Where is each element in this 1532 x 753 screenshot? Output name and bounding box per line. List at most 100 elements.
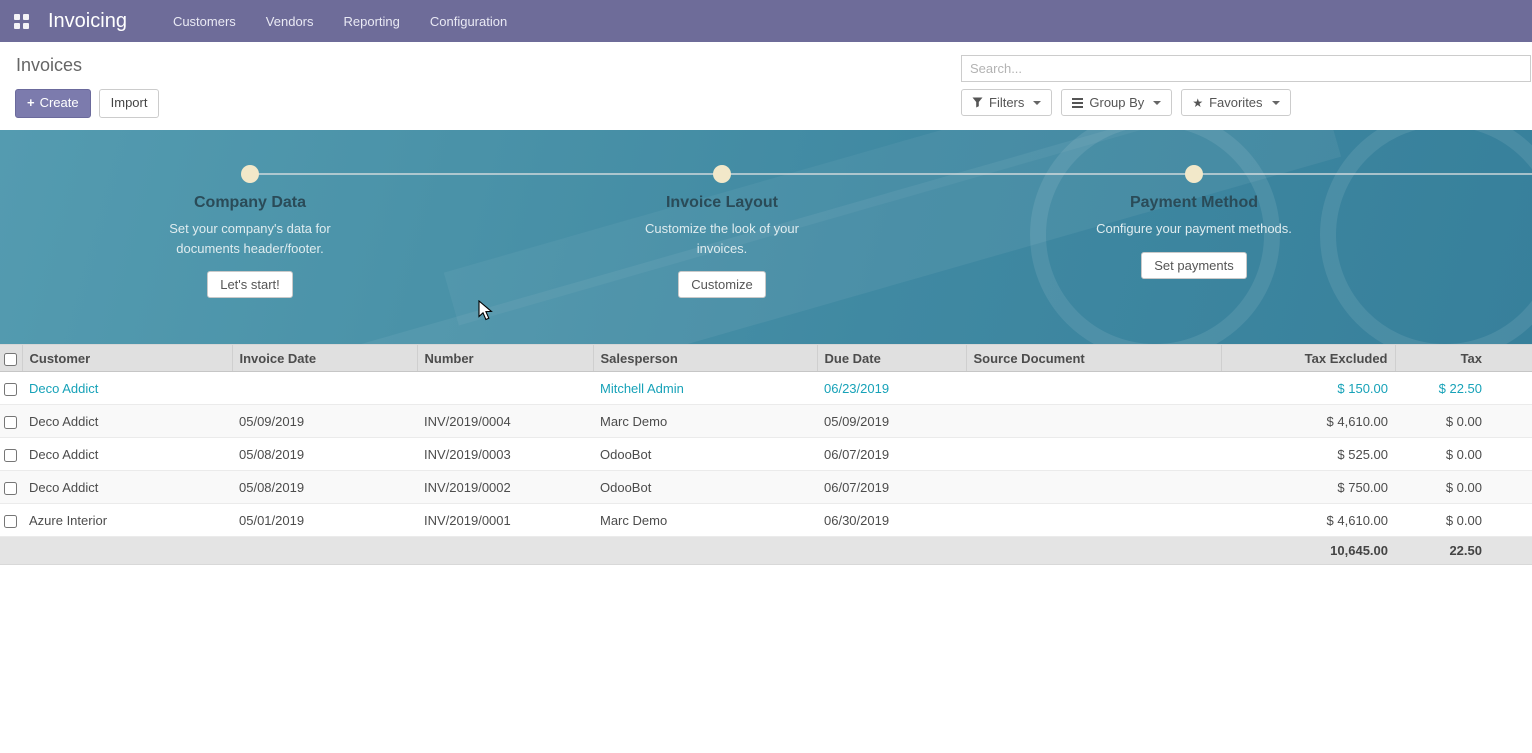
- cell-invoice-date: 05/09/2019: [232, 405, 417, 438]
- cell-tax: $ 22.50: [1395, 372, 1532, 405]
- column-header-source-document[interactable]: Source Document: [966, 345, 1221, 372]
- cell-customer: Deco Addict: [22, 471, 232, 504]
- step-dot: [241, 165, 259, 183]
- cell-source-document: [966, 405, 1221, 438]
- menu-reporting[interactable]: Reporting: [344, 14, 400, 29]
- row-select-cell: [0, 405, 22, 438]
- row-checkbox[interactable]: [4, 449, 17, 462]
- create-button[interactable]: + Create: [15, 89, 91, 118]
- row-select-cell: [0, 372, 22, 405]
- cell-due-date: 06/30/2019: [817, 504, 966, 537]
- cell-number: INV/2019/0004: [417, 405, 593, 438]
- row-checkbox[interactable]: [4, 383, 17, 396]
- column-header-tax-excluded[interactable]: Tax Excluded: [1221, 345, 1395, 372]
- cell-tax-excluded: $ 525.00: [1221, 438, 1395, 471]
- apps-grid-icon[interactable]: [8, 8, 34, 34]
- cell-due-date: 06/07/2019: [817, 438, 966, 471]
- menu-configuration[interactable]: Configuration: [430, 14, 507, 29]
- cell-tax-excluded: $ 750.00: [1221, 471, 1395, 504]
- column-header-customer[interactable]: Customer: [22, 345, 232, 372]
- cell-invoice-date: 05/08/2019: [232, 471, 417, 504]
- step-dot: [1185, 165, 1203, 183]
- cell-invoice-date: 05/01/2019: [232, 504, 417, 537]
- set-payments-button[interactable]: Set payments: [1141, 252, 1247, 279]
- chevron-down-icon: [1153, 101, 1161, 105]
- cell-source-document: [966, 372, 1221, 405]
- grid-square: [14, 23, 20, 29]
- customize-button[interactable]: Customize: [678, 271, 765, 298]
- search-view-controls: Filters Group By ★ Favorites: [961, 89, 1291, 116]
- invoice-list-table: Customer Invoice Date Number Salesperson…: [0, 344, 1532, 565]
- step-dot: [713, 165, 731, 183]
- group-by-label: Group By: [1089, 95, 1144, 110]
- table-row[interactable]: Deco Addict 05/09/2019 INV/2019/0004 Mar…: [0, 405, 1532, 438]
- navbar-menus: Customers Vendors Reporting Configuratio…: [173, 14, 507, 29]
- grid-square: [23, 14, 29, 20]
- row-checkbox[interactable]: [4, 482, 17, 495]
- menu-customers[interactable]: Customers: [173, 14, 236, 29]
- cell-tax: $ 0.00: [1395, 471, 1532, 504]
- table-row[interactable]: Deco Addict 05/08/2019 INV/2019/0003 Odo…: [0, 438, 1532, 471]
- step-title: Company Data: [100, 194, 400, 212]
- column-header-salesperson[interactable]: Salesperson: [593, 345, 817, 372]
- favorites-label: Favorites: [1209, 95, 1262, 110]
- search-input[interactable]: [961, 55, 1531, 82]
- favorites-dropdown[interactable]: ★ Favorites: [1181, 89, 1290, 116]
- totals-spacer: [0, 537, 1221, 565]
- menu-vendors[interactable]: Vendors: [266, 14, 314, 29]
- cell-invoice-date: 05/08/2019: [232, 438, 417, 471]
- create-button-label: Create: [40, 95, 79, 110]
- cell-due-date: 06/07/2019: [817, 471, 966, 504]
- grid-square: [23, 23, 29, 29]
- onboarding-step-payment-method: Payment Method Configure your payment me…: [1044, 194, 1344, 279]
- column-header-due-date[interactable]: Due Date: [817, 345, 966, 372]
- chevron-down-icon: [1272, 101, 1280, 105]
- table-row[interactable]: Deco Addict 05/08/2019 INV/2019/0002 Odo…: [0, 471, 1532, 504]
- lets-start-button[interactable]: Let's start!: [207, 271, 293, 298]
- cell-salesperson: Mitchell Admin: [593, 372, 817, 405]
- cell-number: INV/2019/0001: [417, 504, 593, 537]
- group-by-dropdown[interactable]: Group By: [1061, 89, 1172, 116]
- onboarding-progress-line: [250, 173, 1532, 175]
- cell-customer: Deco Addict: [22, 405, 232, 438]
- row-select-cell: [0, 438, 22, 471]
- cell-tax-excluded: $ 4,610.00: [1221, 504, 1395, 537]
- plus-icon: +: [27, 95, 35, 110]
- column-header-invoice-date[interactable]: Invoice Date: [232, 345, 417, 372]
- table-row[interactable]: Deco Addict Mitchell Admin 06/23/2019 $ …: [0, 372, 1532, 405]
- column-header-number[interactable]: Number: [417, 345, 593, 372]
- select-all-cell: [0, 345, 22, 372]
- select-all-checkbox[interactable]: [4, 353, 17, 366]
- table-footer: 10,645.00 22.50: [0, 537, 1532, 565]
- cell-source-document: [966, 471, 1221, 504]
- list-bars-icon: [1072, 98, 1083, 108]
- cell-tax: $ 0.00: [1395, 405, 1532, 438]
- control-panel: Invoices +Create Import Filters Group By…: [0, 42, 1532, 130]
- row-checkbox[interactable]: [4, 515, 17, 528]
- step-title: Invoice Layout: [572, 194, 872, 212]
- total-tax: 22.50: [1395, 537, 1532, 565]
- column-header-tax[interactable]: Tax: [1395, 345, 1532, 372]
- row-checkbox[interactable]: [4, 416, 17, 429]
- row-select-cell: [0, 471, 22, 504]
- cell-number: INV/2019/0003: [417, 438, 593, 471]
- star-icon: ★: [1192, 97, 1203, 109]
- table-row[interactable]: Azure Interior 05/01/2019 INV/2019/0001 …: [0, 504, 1532, 537]
- filters-dropdown[interactable]: Filters: [961, 89, 1052, 116]
- table-header: Customer Invoice Date Number Salesperson…: [0, 345, 1532, 372]
- cell-salesperson: OdooBot: [593, 471, 817, 504]
- app-title[interactable]: Invoicing: [48, 10, 127, 33]
- import-button[interactable]: Import: [99, 89, 160, 118]
- cell-number: [417, 372, 593, 405]
- banner-art-glasses: [1320, 130, 1532, 344]
- cell-customer: Deco Addict: [22, 438, 232, 471]
- step-description: Set your company's data for documents he…: [148, 219, 353, 258]
- cell-customer: Deco Addict: [22, 372, 232, 405]
- action-buttons: + Create Import: [15, 89, 159, 118]
- total-tax-excluded: 10,645.00: [1221, 537, 1395, 565]
- onboarding-step-company-data: Company Data Set your company's data for…: [100, 194, 400, 298]
- onboarding-step-invoice-layout: Invoice Layout Customize the look of you…: [572, 194, 872, 298]
- filters-label: Filters: [989, 95, 1024, 110]
- cell-tax: $ 0.00: [1395, 504, 1532, 537]
- cell-salesperson: Marc Demo: [593, 504, 817, 537]
